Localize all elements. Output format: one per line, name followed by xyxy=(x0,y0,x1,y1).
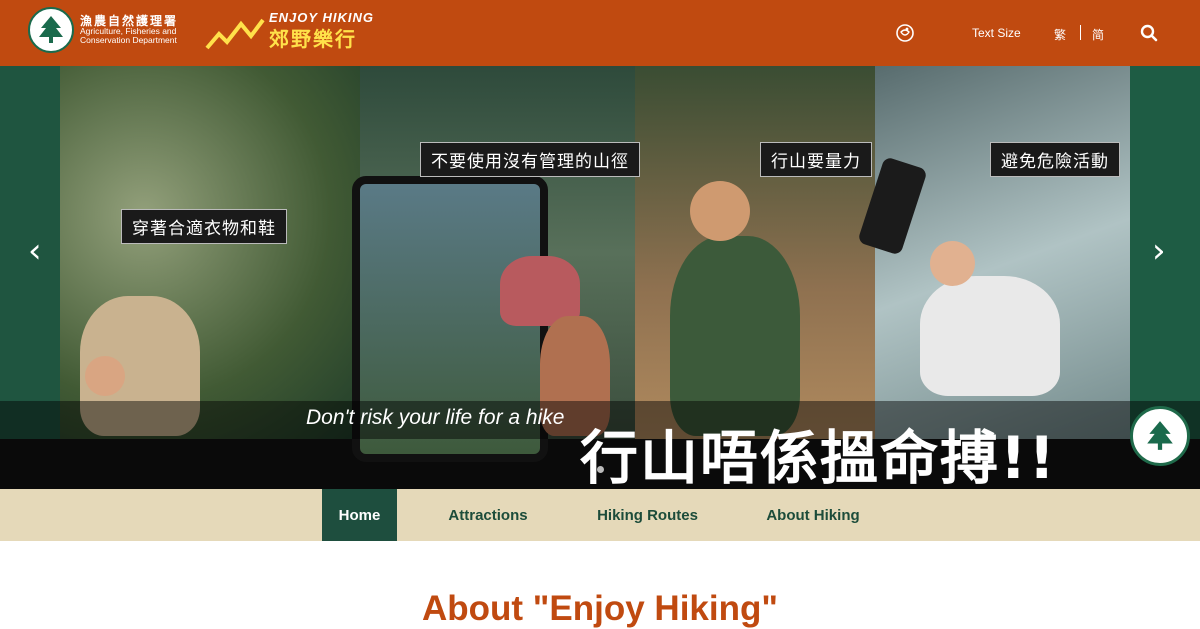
mountain-zigzag-icon xyxy=(205,18,265,50)
slogan-en: Don't risk your life for a hike xyxy=(306,406,565,429)
nav-item-home[interactable]: Home xyxy=(322,489,397,541)
nav-item-hiking-routes[interactable]: Hiking Routes xyxy=(580,489,715,541)
callout-managed-trails: 不要使用沒有管理的山徑 xyxy=(420,142,640,177)
org-name-en-line2: Conservation Department xyxy=(80,35,177,46)
afcd-logo[interactable]: 漁農自然護理署 Agriculture, Fisheries and Conse… xyxy=(28,7,178,53)
nav-item-about-hiking[interactable]: About Hiking xyxy=(750,489,876,541)
nav-item-attractions[interactable]: Attractions xyxy=(432,489,544,541)
slogan-zh: 行山唔係搵命搏!! xyxy=(580,424,1057,489)
site-header: 漁農自然護理署 Agriculture, Fisheries and Conse… xyxy=(0,0,1200,66)
lang-simplified-link[interactable]: 简 xyxy=(1092,26,1104,43)
callout-avoid-danger: 避免危險活動 xyxy=(990,142,1120,177)
hero-banner-carousel[interactable]: 穿著合適衣物和鞋 不要使用沒有管理的山徑 行山要量力 避免危險活動 行山唔係搵命… xyxy=(0,66,1200,489)
search-icon[interactable] xyxy=(1140,24,1158,42)
carousel-next-arrow-icon[interactable]: › xyxy=(1152,231,1166,271)
text-size-button[interactable]: Text Size xyxy=(972,26,1021,40)
tree-emblem-icon xyxy=(28,7,74,53)
main-nav: Home Attractions Hiking Routes About Hik… xyxy=(0,489,1200,541)
afcd-badge-icon xyxy=(1130,406,1190,466)
banner-image xyxy=(0,66,1200,462)
callout-proper-attire: 穿著合適衣物和鞋 xyxy=(121,209,287,244)
callout-within-ability: 行山要量力 xyxy=(760,142,872,177)
page-title: About "Enjoy Hiking" xyxy=(422,589,778,628)
carousel-dot[interactable] xyxy=(596,466,604,473)
enjoy-hiking-logo[interactable]: ENJOY HIKING 郊野樂行 xyxy=(205,10,374,52)
carousel-indicators xyxy=(0,466,1200,473)
lang-traditional-link[interactable]: 繁 xyxy=(1054,26,1066,43)
accessibility-icon[interactable] xyxy=(895,23,915,43)
site-title-zh: 郊野樂行 xyxy=(269,29,357,51)
lang-divider xyxy=(1080,25,1081,40)
carousel-prev-arrow-icon[interactable]: ‹ xyxy=(28,231,42,271)
